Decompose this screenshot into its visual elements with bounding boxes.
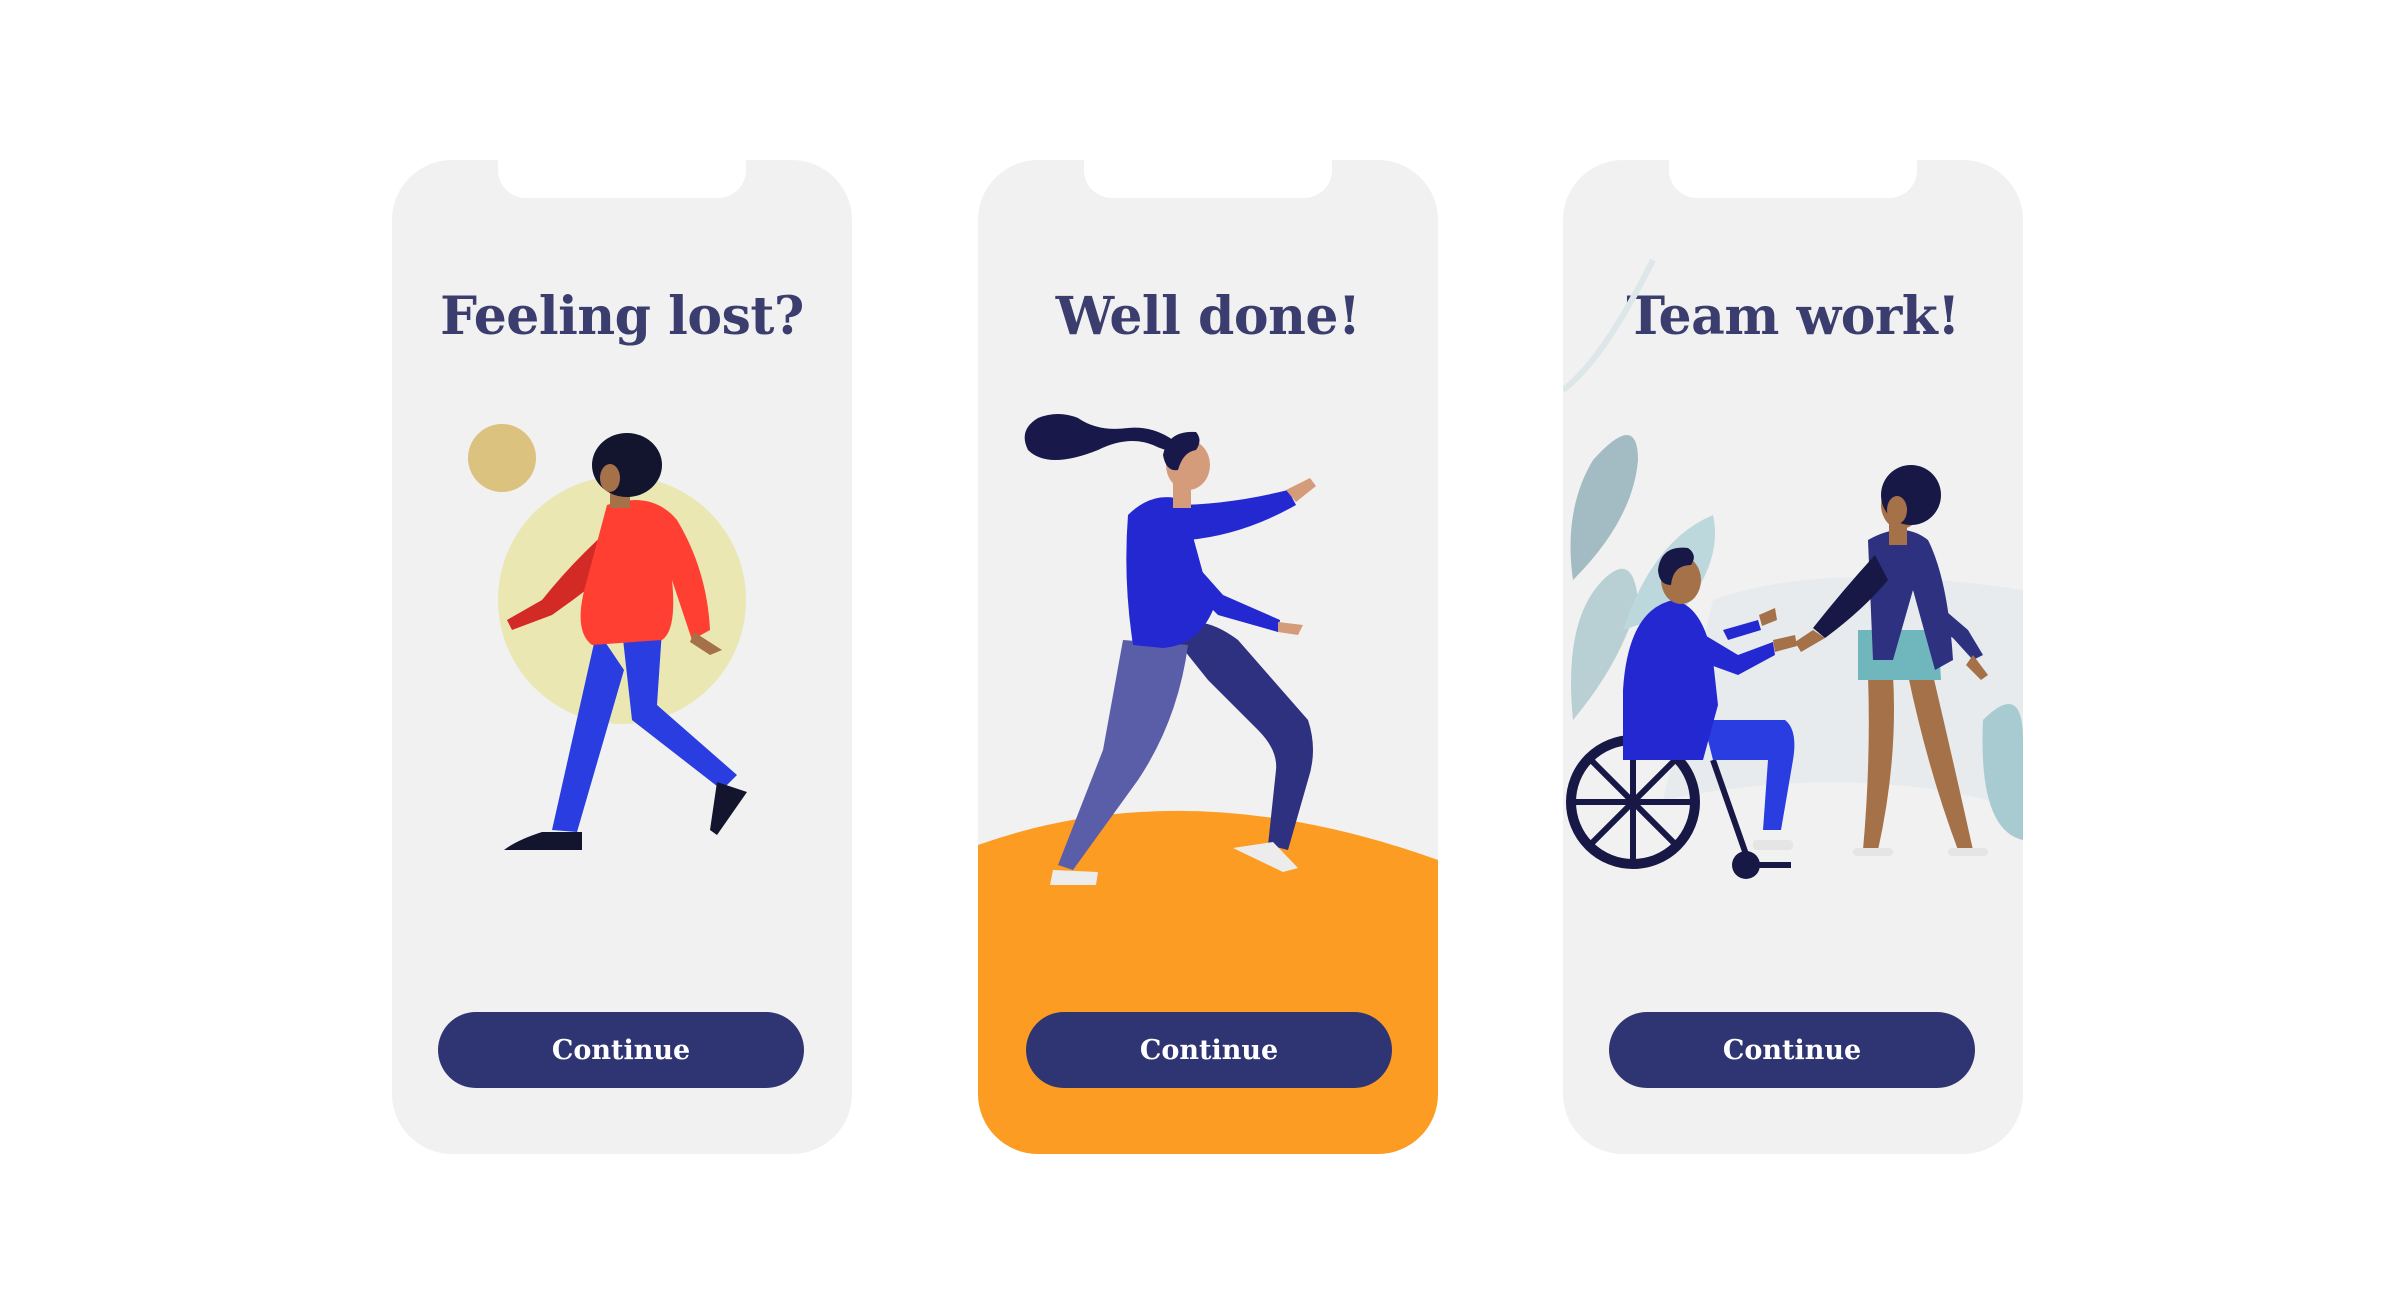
onboarding-screen-1: Feeling lost? Continue <box>392 160 852 1154</box>
person-running-illustration <box>978 414 1438 1154</box>
continue-button[interactable]: Continue <box>1026 1012 1392 1088</box>
continue-button[interactable]: Continue <box>438 1012 804 1088</box>
teamwork-wheelchair-handshake-illustration <box>1563 258 2023 879</box>
continue-button[interactable]: Continue <box>1609 1012 1975 1088</box>
onboarding-screens-showcase: Feeling lost? Continue Well done! Contin… <box>0 0 2400 1308</box>
person-walking-illustration <box>468 424 747 850</box>
onboarding-screen-2: Well done! Continue <box>978 160 1438 1154</box>
onboarding-screen-3: Team work! Continue <box>1563 160 2023 1154</box>
